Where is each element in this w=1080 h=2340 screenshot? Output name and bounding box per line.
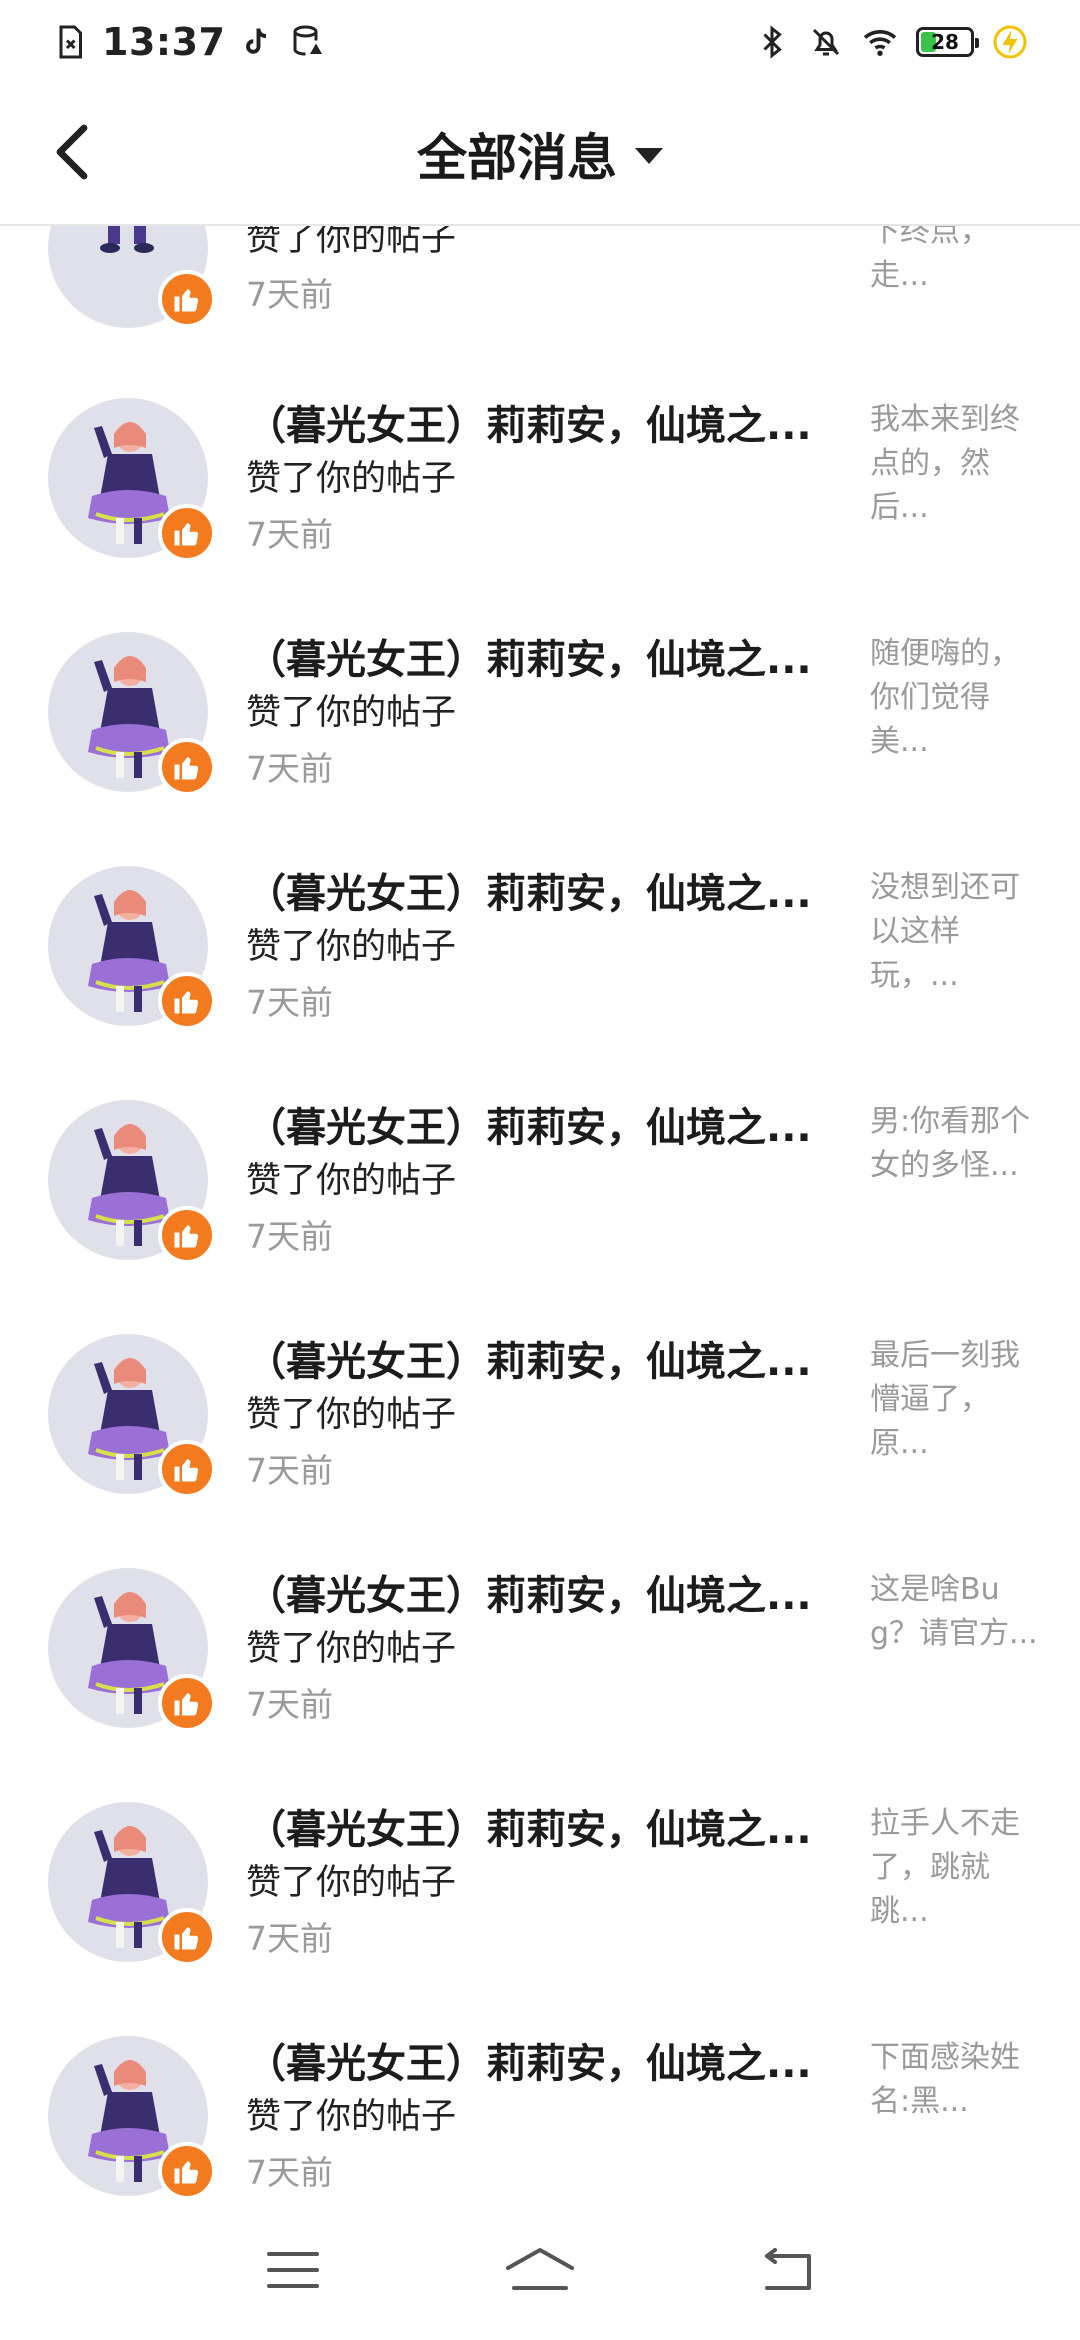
menu-button[interactable] <box>253 2230 333 2310</box>
sim-error-icon <box>59 25 82 59</box>
like-badge <box>158 2142 216 2200</box>
item-title: （暮光女王）莉莉安，仙境之... <box>246 1105 812 1151</box>
status-bar: 13:37 28 <box>0 0 1080 84</box>
item-action: 赞了你的帖子 <box>246 1629 457 1669</box>
thumbs-up-icon <box>174 1225 199 1248</box>
menu-icon <box>267 2252 320 2288</box>
item-preview: 最后一刻我懵逼了，原... <box>870 1338 1020 1461</box>
item-preview: 这是啥Bug？请官方... <box>870 1572 1038 1651</box>
bluetooth-icon <box>763 25 782 59</box>
item-preview: 没想到还可以这样玩，... <box>870 870 1020 993</box>
header: 全部消息 <box>0 84 1080 226</box>
item-action: 赞了你的帖子 <box>246 927 457 967</box>
like-badge <box>158 1674 216 1732</box>
like-badge <box>158 738 216 796</box>
item-title: （暮光女王）莉莉安，仙境之... <box>246 871 812 917</box>
list-item[interactable]: （暮光女王）莉莉安，仙境之... 赞了你的帖子 7天前 没想到还可以这样玩，..… <box>0 866 1080 1100</box>
item-time: 7天前 <box>246 2153 333 2192</box>
item-preview: 随便嗨的，你们觉得美... <box>870 636 1020 759</box>
charging-icon <box>993 25 1027 59</box>
list-item[interactable]: （暮光女王）莉莉安，仙境之... 赞了你的帖子 7天前 男:你看那个女的多怪..… <box>0 1100 1080 1334</box>
like-badge <box>158 504 216 562</box>
item-title: （暮光女王）莉莉安，仙境之... <box>246 403 812 449</box>
wifi-icon <box>863 30 897 56</box>
home-button[interactable] <box>500 2230 580 2310</box>
thumbs-up-icon <box>174 991 199 1014</box>
thumbs-up-icon <box>174 1693 199 1716</box>
item-time: 7天前 <box>246 275 333 314</box>
clock: 13:37 <box>102 20 226 64</box>
system-nav-bar <box>0 2200 1080 2340</box>
like-badge <box>158 1908 216 1966</box>
caret-down-icon <box>635 148 663 164</box>
item-title: （暮光女王）莉莉安，仙境之... <box>246 1573 812 1619</box>
item-preview: 男:你看那个女的多怪... <box>870 1104 1031 1183</box>
mute-icon <box>812 28 840 56</box>
thumbs-up-icon <box>174 1459 199 1482</box>
item-action: 赞了你的帖子 <box>246 1395 457 1435</box>
status-left: 13:37 <box>52 20 325 64</box>
item-time: 7天前 <box>246 1217 333 1256</box>
item-time: 7天前 <box>246 1685 333 1724</box>
thumbs-up-icon <box>174 757 199 780</box>
item-action: 赞了你的帖子 <box>246 2097 457 2137</box>
item-time: 7天前 <box>246 1451 333 1490</box>
item-title: （暮光女王）莉莉安，仙境之... <box>246 637 812 683</box>
back-nav-button[interactable] <box>747 2230 827 2310</box>
item-action: 赞了你的帖子 <box>246 1161 457 1201</box>
item-action: 赞了你的帖子 <box>246 1863 457 1903</box>
like-badge <box>158 972 216 1030</box>
battery-icon: 28 <box>916 27 979 57</box>
list-item[interactable]: （暮光女王）莉莉安，仙境之... 赞了你的帖子 7天前 这是啥Bug？请官方..… <box>0 1568 1080 1802</box>
thumbs-up-icon <box>174 523 199 546</box>
page-title: 全部消息 <box>417 129 617 187</box>
thumbs-up-icon <box>174 289 199 312</box>
list-item[interactable]: （暮光女王）莉莉安，仙境之... 赞了你的帖子 7天前 拉手人不走了，跳就跳..… <box>0 1802 1080 2036</box>
like-badge <box>158 1440 216 1498</box>
item-time: 7天前 <box>246 515 333 554</box>
item-title: （暮光女王）莉莉安，仙境之... <box>246 1339 812 1385</box>
status-right: 28 <box>754 24 1028 60</box>
item-action: 赞了你的帖子 <box>246 693 457 733</box>
list-item[interactable]: （暮光女王）莉莉安，仙境之... 赞了你的帖子 7天前 随便嗨的，你们觉得美..… <box>0 632 1080 866</box>
like-badge <box>158 1206 216 1264</box>
item-preview: 拉手人不走了，跳就跳... <box>870 1806 1020 1929</box>
title-dropdown[interactable]: 全部消息 <box>0 84 1080 224</box>
item-preview: 下面感染姓名:黑... <box>870 2040 1020 2119</box>
tiktok-icon <box>246 28 267 54</box>
home-icon <box>505 2248 574 2290</box>
item-time: 7天前 <box>246 749 333 788</box>
data-saver-icon <box>293 25 323 56</box>
thumbs-up-icon <box>174 1927 199 1950</box>
screen: 赞了你的帖子 7天前 下终点，走... （暮光女王）莉莉安，仙境之... 赞了你… <box>0 0 1080 2340</box>
item-time: 7天前 <box>246 983 333 1022</box>
item-preview: 我本来到终点的，然后... <box>870 402 1020 525</box>
item-action: 赞了你的帖子 <box>246 459 457 499</box>
item-title: （暮光女王）莉莉安，仙境之... <box>246 2041 812 2087</box>
list-item[interactable]: （暮光女王）莉莉安，仙境之... 赞了你的帖子 7天前 最后一刻我懵逼了，原..… <box>0 1334 1080 1568</box>
list-item[interactable]: （暮光女王）莉莉安，仙境之... 赞了你的帖子 7天前 我本来到终点的，然后..… <box>0 398 1080 632</box>
like-badge <box>158 270 216 328</box>
thumbs-up-icon <box>174 2161 199 2184</box>
battery-level: 28 <box>931 30 959 54</box>
item-time: 7天前 <box>246 1919 333 1958</box>
back-icon <box>764 2248 811 2290</box>
item-title: （暮光女王）莉莉安，仙境之... <box>246 1807 812 1853</box>
